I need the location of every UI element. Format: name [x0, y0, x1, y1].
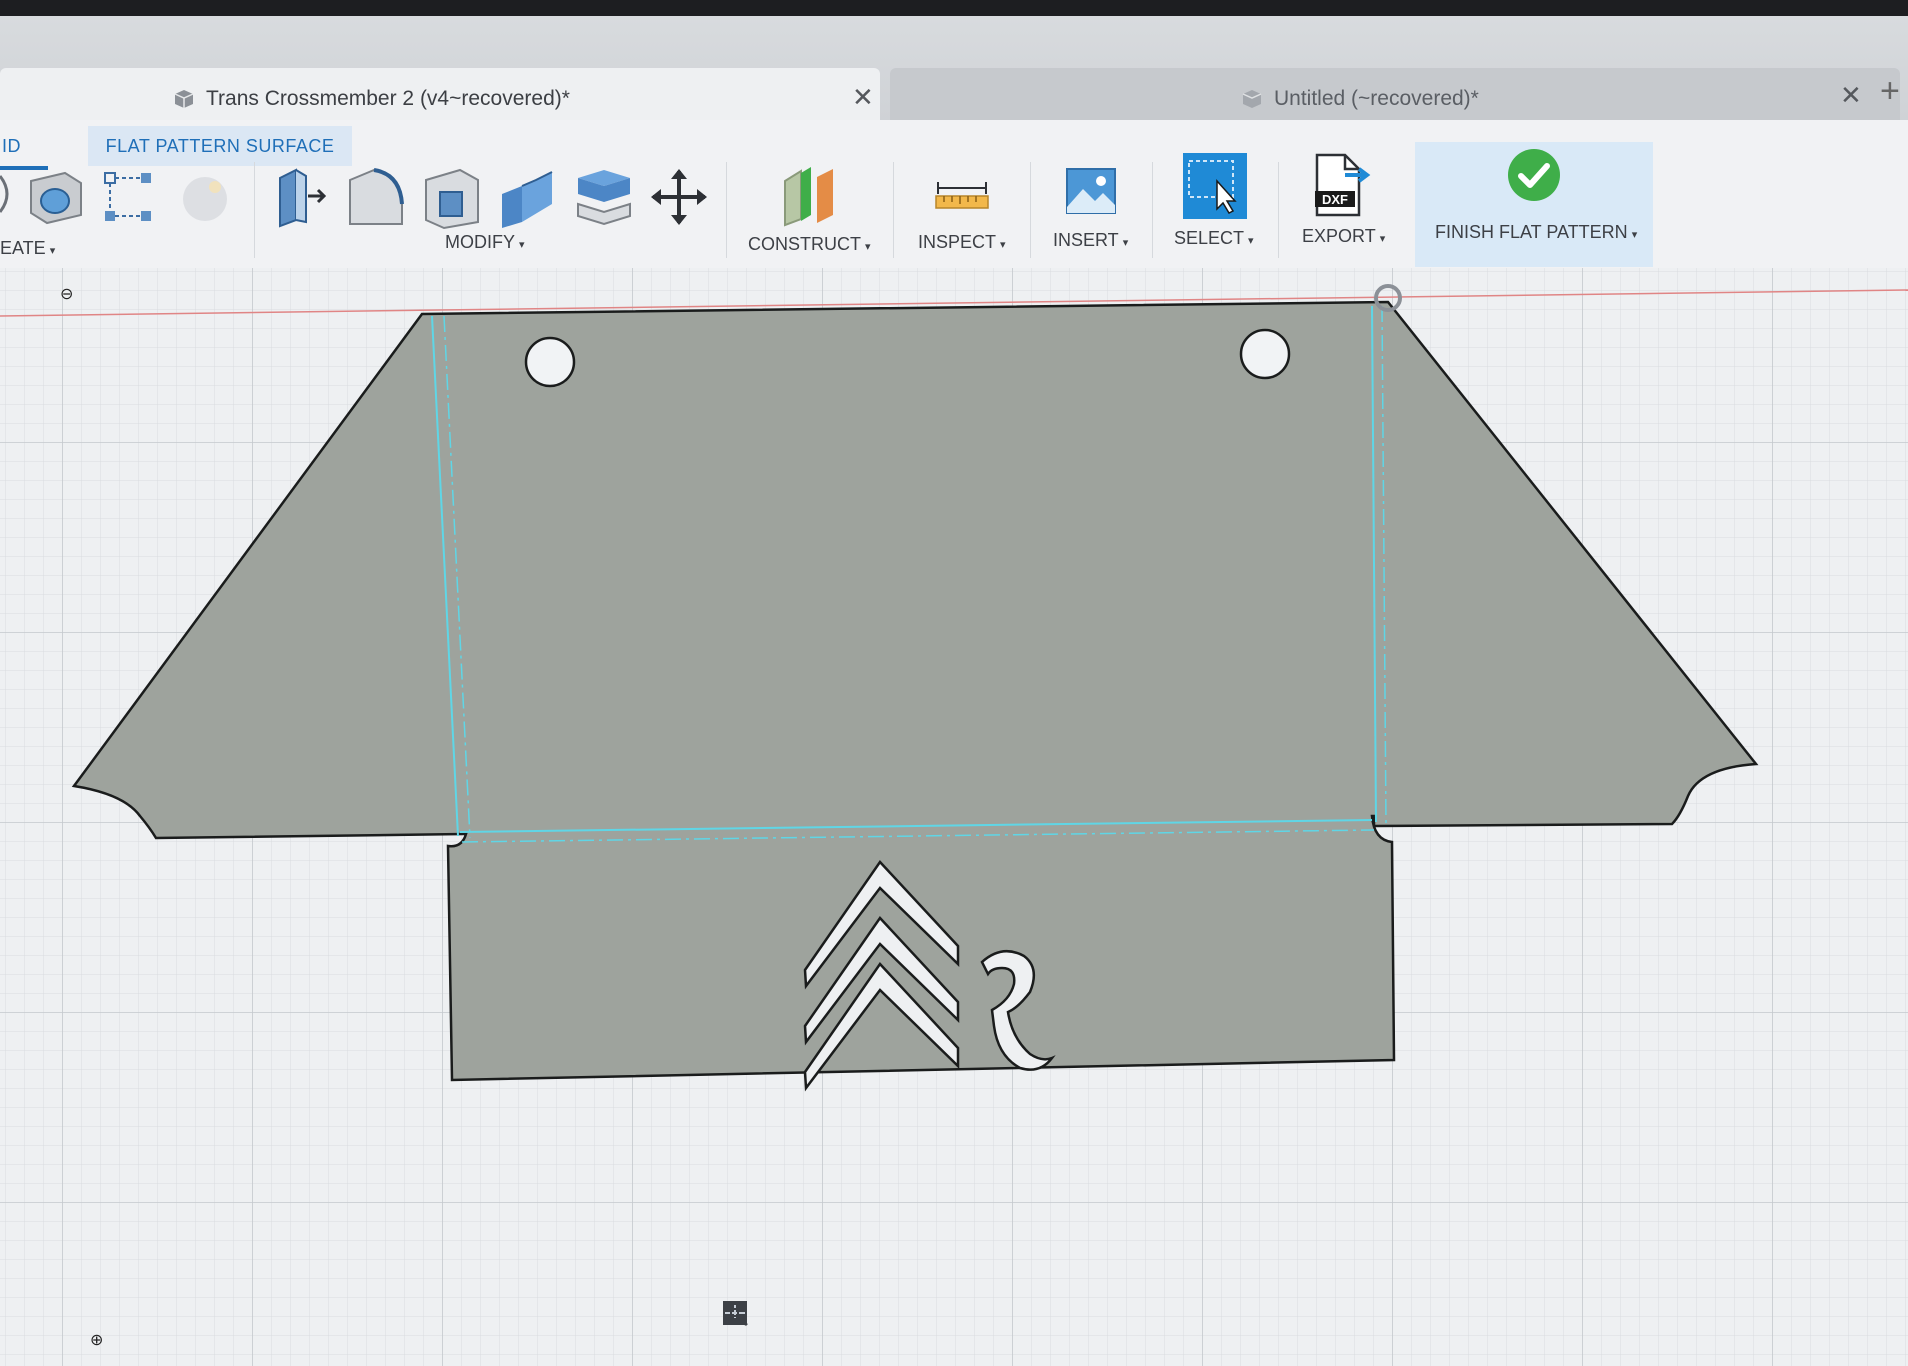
export-dxf-icon[interactable]: DXF: [1308, 150, 1374, 220]
combine-icon[interactable]: [496, 162, 558, 232]
export-label: EXPORT: [1302, 226, 1376, 246]
fit-icon[interactable]: [724, 1302, 924, 1338]
revolve-icon[interactable]: [0, 166, 14, 222]
zoom-icon[interactable]: [723, 1302, 882, 1338]
navigation-bar: [720, 1298, 1050, 1342]
press-pull-icon[interactable]: [270, 162, 330, 232]
divider: [1278, 162, 1279, 258]
insert-menu[interactable]: INSERT ▾: [1053, 230, 1128, 251]
divider: [254, 162, 255, 258]
chevron-down-icon: ▾: [519, 239, 525, 251]
close-tab-icon[interactable]: ✕: [1840, 80, 1862, 111]
chevron-down-icon: ▾: [1248, 235, 1254, 247]
display-settings-icon[interactable]: [723, 1302, 966, 1338]
divider: [1030, 162, 1031, 258]
move-icon[interactable]: [648, 162, 710, 232]
toolbar-ribbon: ID FLAT PATTERN SURFACE EATE▾ MODIFY▾: [0, 120, 1908, 269]
chevron-down-icon: ▾: [1122, 237, 1129, 249]
insert-image-icon[interactable]: [1060, 160, 1122, 222]
insert-label: INSERT: [1053, 230, 1119, 250]
inspect-label: INSPECT: [918, 232, 997, 252]
dxf-text: DXF: [1322, 192, 1348, 207]
design-file-icon: [172, 87, 196, 111]
divider: [1152, 162, 1153, 258]
construct-label: CONSTRUCT: [748, 234, 861, 254]
collapse-browser-icon[interactable]: ⊖: [60, 284, 73, 304]
chevron-down-icon: ▾: [49, 245, 56, 257]
design-canvas[interactable]: ⊖ ⊕: [0, 268, 1908, 1366]
export-menu[interactable]: EXPORT ▾: [1302, 226, 1385, 247]
new-tab-icon[interactable]: +: [1880, 72, 1900, 111]
create-menu[interactable]: EATE ▾: [0, 238, 55, 259]
offset-face-icon[interactable]: [572, 162, 634, 232]
construct-menu[interactable]: CONSTRUCT ▾: [748, 234, 871, 255]
grid-settings-icon[interactable]: [723, 1301, 1008, 1338]
fillet-icon[interactable]: [344, 162, 406, 232]
canvas-viewport[interactable]: [0, 268, 1908, 1366]
select-icon[interactable]: [1180, 150, 1250, 222]
measure-icon[interactable]: [930, 166, 994, 222]
tab-flat-pattern-surface[interactable]: FLAT PATTERN SURFACE: [88, 126, 352, 166]
expand-comments-icon[interactable]: ⊕: [90, 1330, 103, 1350]
inspect-menu[interactable]: INSPECT ▾: [918, 232, 1006, 253]
finish-flat-pattern-group[interactable]: FINISH FLAT PATTERN ▾: [1415, 142, 1653, 267]
select-label: SELECT: [1174, 228, 1245, 248]
select-menu[interactable]: SELECT ▾: [1174, 228, 1254, 249]
shell-icon[interactable]: [420, 162, 482, 232]
pan-icon[interactable]: [727, 1302, 840, 1338]
chevron-down-icon: ▾: [1379, 233, 1386, 245]
chevron-down-icon: ▾: [1631, 229, 1638, 241]
chevron-down-icon: ▾: [865, 241, 871, 253]
tab-title: Trans Crossmember 2 (v4~recovered)*: [206, 87, 570, 110]
mounting-hole: [524, 336, 576, 388]
chevron-down-icon: ▾: [1000, 239, 1006, 251]
finish-flat-pattern-menu[interactable]: FINISH FLAT PATTERN ▾: [1435, 222, 1637, 243]
tab-solid[interactable]: ID: [0, 126, 48, 170]
close-tab-icon[interactable]: ✕: [852, 82, 874, 113]
divider: [726, 162, 727, 258]
pattern-icon[interactable]: [100, 166, 158, 228]
divider: [893, 162, 894, 258]
monitor-bezel: [0, 0, 1908, 16]
tab-title: Untitled (~recovered)*: [1274, 87, 1479, 110]
construct-plane-icon[interactable]: [774, 160, 844, 230]
finish-check-icon[interactable]: [1505, 146, 1563, 204]
create-label: EATE: [0, 238, 46, 258]
look-at-icon[interactable]: [724, 1302, 798, 1338]
hole-icon[interactable]: [24, 166, 86, 228]
viewports-icon[interactable]: [724, 1302, 1050, 1338]
modify-label: MODIFY: [445, 232, 515, 252]
modify-menu[interactable]: MODIFY ▾: [445, 232, 525, 253]
create-form-icon[interactable]: [174, 166, 236, 228]
design-file-icon: [1240, 87, 1264, 111]
mounting-hole: [1239, 328, 1291, 380]
finish-label: FINISH FLAT PATTERN: [1435, 222, 1628, 242]
document-tab-bar: Trans Crossmember 2 (v4~recovered)* ✕ Un…: [0, 16, 1908, 130]
